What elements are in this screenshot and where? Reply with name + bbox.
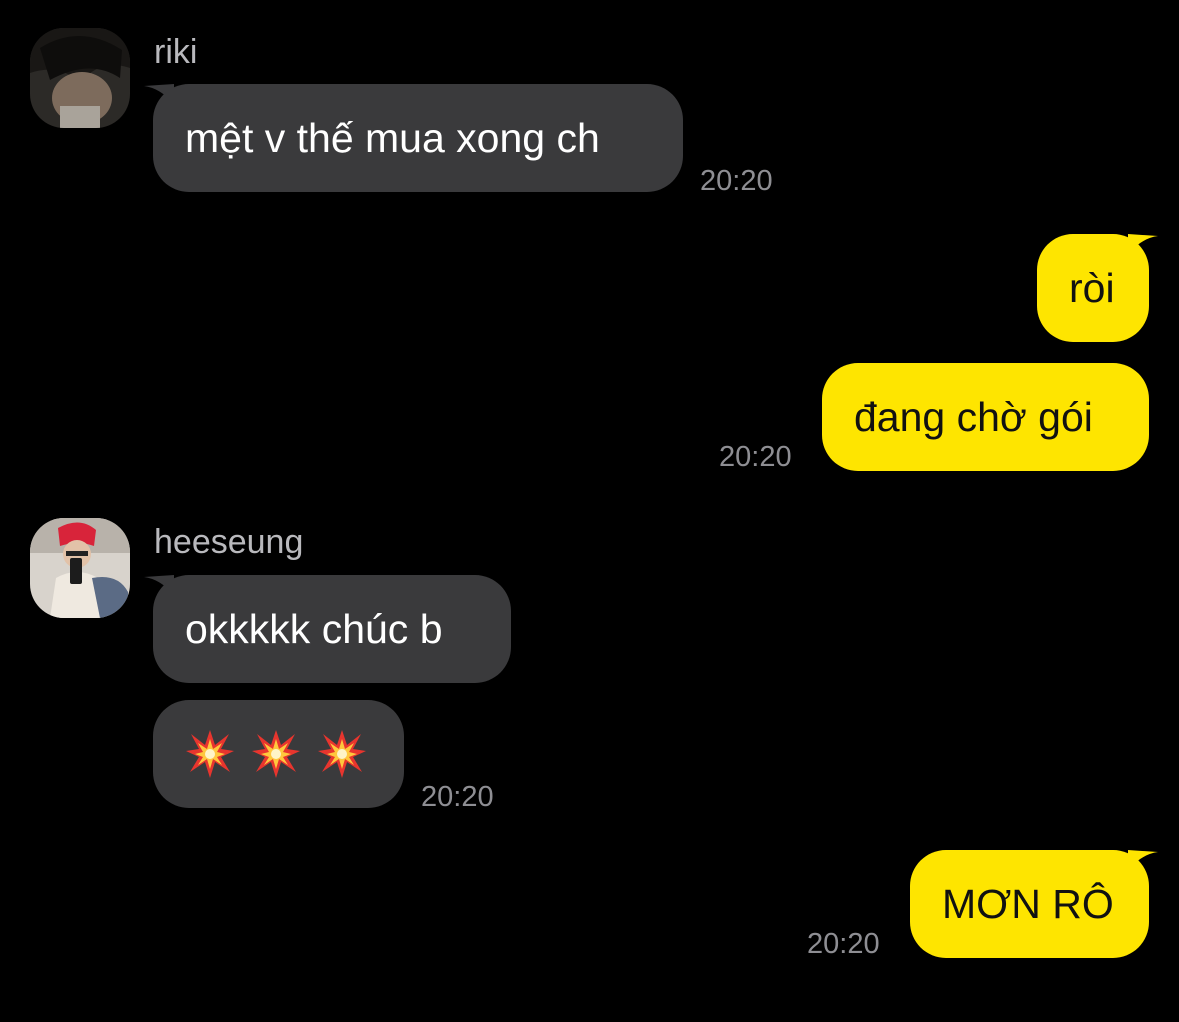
sender-name-riki: riki [154,33,198,71]
collision-icon [252,730,300,778]
avatar-riki-image [30,28,130,128]
message-timestamp: 20:20 [719,441,792,473]
message-timestamp: 20:20 [700,165,773,197]
message-text: mệt v thế mua xong ch [185,115,600,161]
message-bubble-incoming[interactable]: mệt v thế mua xong ch [153,84,683,192]
message-bubble-outgoing[interactable]: ròi [1037,234,1149,342]
message-text: okkkkk chúc b [185,606,443,652]
message-text: ròi [1069,265,1115,311]
message-bubble-outgoing[interactable]: MƠN RÔ [910,850,1149,958]
sender-name-heeseung: heeseung [154,523,304,561]
message-bubble-outgoing[interactable]: đang chờ gói [822,363,1149,471]
avatar-riki[interactable] [30,28,130,128]
emoji-row [185,700,367,808]
avatar-heeseung[interactable] [30,518,130,618]
collision-icon [318,730,366,778]
message-bubble-incoming[interactable] [153,700,404,808]
message-text: đang chờ gói [854,394,1093,440]
avatar-heeseung-image [30,518,130,618]
chat-thread: riki mệt v thế mua xong ch 20:20 ròi đan… [0,0,1179,1022]
message-timestamp: 20:20 [807,928,880,960]
message-text: MƠN RÔ [942,881,1114,927]
message-timestamp: 20:20 [421,781,494,813]
message-bubble-incoming[interactable]: okkkkk chúc b [153,575,511,683]
collision-icon [186,730,234,778]
